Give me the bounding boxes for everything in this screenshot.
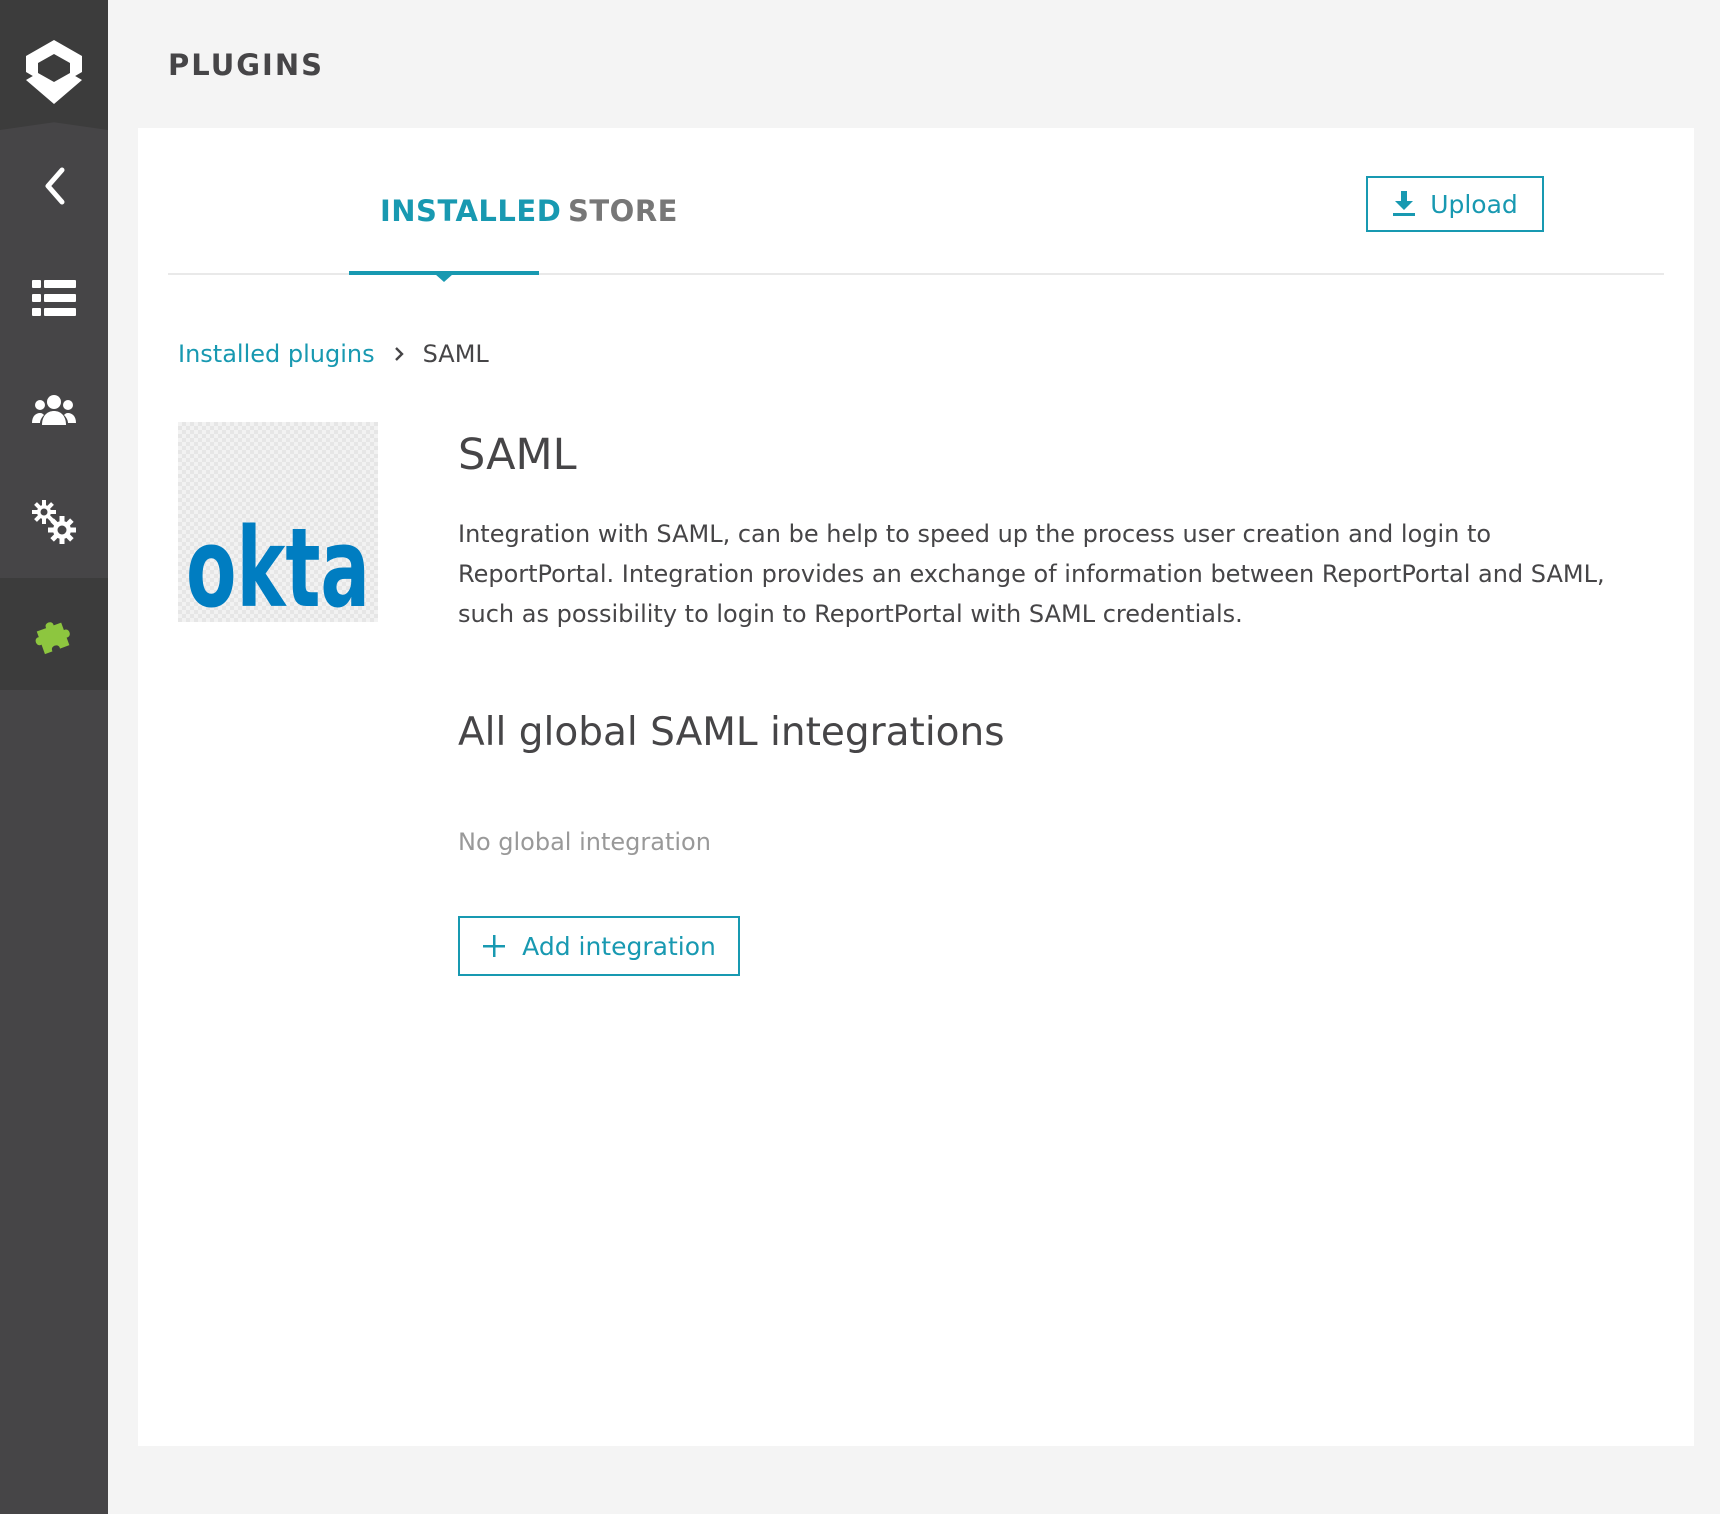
sidebar-item-users[interactable] xyxy=(0,354,108,466)
breadcrumb-current: SAML xyxy=(422,340,489,368)
list-icon xyxy=(32,280,76,316)
users-icon xyxy=(32,395,76,425)
plugin-name: SAML xyxy=(458,430,577,480)
puzzle-icon xyxy=(35,622,70,655)
sidebar-item-plugins[interactable] xyxy=(0,578,108,690)
sidebar-item-settings[interactable] xyxy=(0,466,108,578)
tab-installed[interactable]: INSTALLED xyxy=(380,194,561,228)
okta-logo-text: okta xyxy=(186,504,370,622)
integrations-section-title: All global SAML integrations xyxy=(458,710,1005,755)
gears-icon xyxy=(32,500,76,544)
sidebar-back-button[interactable] xyxy=(0,130,108,242)
reportportal-logo-icon xyxy=(26,40,82,104)
no-integration-message: No global integration xyxy=(458,828,711,856)
add-integration-button[interactable]: Add integration xyxy=(458,916,740,976)
tab-store[interactable]: STORE xyxy=(568,194,678,228)
okta-logo: okta xyxy=(178,422,378,632)
active-tab-caret xyxy=(435,274,453,282)
breadcrumb-installed-plugins-link[interactable]: Installed plugins xyxy=(178,340,375,368)
back-arrow-icon xyxy=(45,167,65,205)
breadcrumb: Installed plugins SAML xyxy=(178,340,489,368)
chevron-right-icon xyxy=(393,345,405,363)
app-logo[interactable] xyxy=(0,0,108,130)
add-integration-label: Add integration xyxy=(522,931,716,961)
sidebar xyxy=(0,0,108,1514)
download-icon xyxy=(1393,191,1416,216)
plus-icon xyxy=(483,935,506,957)
sidebar-item-projects[interactable] xyxy=(0,242,108,354)
page-title: PLUGINS xyxy=(168,48,324,82)
upload-button-label: Upload xyxy=(1430,189,1518,219)
plugin-description: Integration with SAML, can be help to sp… xyxy=(458,520,1605,628)
plugin-details-card: INSTALLED STORE Upload Installed plugins… xyxy=(138,128,1694,1446)
upload-button[interactable]: Upload xyxy=(1366,176,1544,232)
